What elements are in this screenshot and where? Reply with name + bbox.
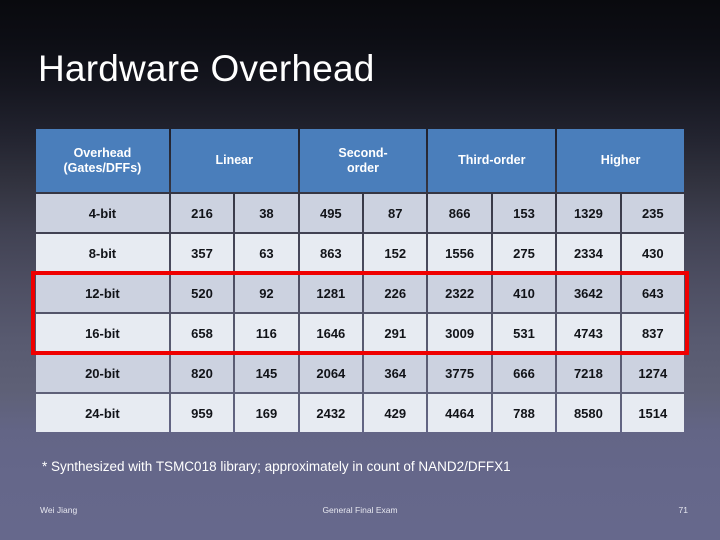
table-cell: 863	[299, 234, 363, 272]
column-header-linear: Linear	[170, 129, 298, 192]
table-header-row: Overhead (Gates/DFFs) Linear Second- ord…	[36, 129, 684, 192]
row-label: 8-bit	[36, 234, 169, 272]
column-header-third-order: Third-order	[428, 129, 556, 192]
table-cell: 4743	[557, 314, 620, 352]
table-cell: 3642	[557, 274, 620, 312]
table-cell: 959	[170, 394, 234, 432]
table-row: 24-bit 959 169 2432 429 4464 788 8580 1514	[36, 394, 684, 432]
table-row: 4-bit 216 38 495 87 866 153 1329 235	[36, 194, 684, 232]
table-cell: 291	[364, 314, 427, 352]
table-cell: 788	[492, 394, 556, 432]
table-row: 16-bit 658 116 1646 291 3009 531 4743 837	[36, 314, 684, 352]
column-header-overhead-line1: Overhead	[73, 145, 132, 160]
row-label: 20-bit	[36, 354, 169, 392]
table-cell: 63	[235, 234, 298, 272]
table-cell: 3775	[428, 354, 491, 392]
table-cell: 169	[235, 394, 298, 432]
column-header-higher-line1: Higher	[600, 153, 641, 167]
table-cell: 1281	[299, 274, 363, 312]
table-cell: 3009	[428, 314, 491, 352]
table-cell: 1556	[428, 234, 491, 272]
table-cell: 235	[621, 194, 684, 232]
table-cell: 520	[170, 274, 234, 312]
row-label: 24-bit	[36, 394, 169, 432]
hardware-overhead-table: Overhead (Gates/DFFs) Linear Second- ord…	[34, 127, 686, 434]
table-cell: 820	[170, 354, 234, 392]
table-body: 4-bit 216 38 495 87 866 153 1329 235 8-bit 357 63 86…	[36, 194, 684, 432]
row-label: 4-bit	[36, 194, 169, 232]
table-cell: 495	[299, 194, 363, 232]
table-cell: 357	[170, 234, 234, 272]
table-cell: 837	[621, 314, 684, 352]
table-cell: 410	[492, 274, 556, 312]
column-header-overhead-line2: (Gates/DFFs)	[63, 160, 142, 175]
table-head: Overhead (Gates/DFFs) Linear Second- ord…	[36, 129, 684, 192]
table-cell: 1646	[299, 314, 363, 352]
table-cell: 92	[235, 274, 298, 312]
table-cell: 8580	[557, 394, 620, 432]
footer-page-number: 71	[678, 505, 688, 515]
column-header-second-order-line1: Second-	[338, 145, 388, 160]
table-cell: 2334	[557, 234, 620, 272]
footnote: * Synthesized with TSMC018 library; appr…	[42, 459, 511, 474]
table-cell: 429	[364, 394, 427, 432]
footer-center-text: General Final Exam	[322, 505, 398, 515]
table-cell: 2432	[299, 394, 363, 432]
table-cell: 364	[364, 354, 427, 392]
table-cell: 658	[170, 314, 234, 352]
page-title: Hardware Overhead	[38, 48, 375, 89]
table-cell: 145	[235, 354, 298, 392]
table-cell: 430	[621, 234, 684, 272]
column-header-third-order-line1: Third-order	[458, 153, 526, 167]
table-cell: 275	[492, 234, 556, 272]
row-label: 12-bit	[36, 274, 169, 312]
table-cell: 2322	[428, 274, 491, 312]
table-row: 20-bit 820 145 2064 364 3775 666 7218 1274	[36, 354, 684, 392]
table-cell: 116	[235, 314, 298, 352]
table-cell: 153	[492, 194, 556, 232]
slide-footer: Wei Jiang General Final Exam 71	[0, 505, 720, 527]
table-cell: 643	[621, 274, 684, 312]
column-header-overhead: Overhead (Gates/DFFs)	[36, 129, 169, 192]
row-label: 16-bit	[36, 314, 169, 352]
table-cell: 1329	[557, 194, 620, 232]
table-cell: 7218	[557, 354, 620, 392]
table-cell: 4464	[428, 394, 491, 432]
table-cell: 152	[364, 234, 427, 272]
table-row: 12-bit 520 92 1281 226 2322 410 3642 643	[36, 274, 684, 312]
table-cell: 1274	[621, 354, 684, 392]
table-cell: 87	[364, 194, 427, 232]
table-cell: 866	[428, 194, 491, 232]
table-cell: 2064	[299, 354, 363, 392]
table-cell: 1514	[621, 394, 684, 432]
table-row: 8-bit 357 63 863 152 1556 275 2334 430	[36, 234, 684, 272]
column-header-higher: Higher	[557, 129, 684, 192]
column-header-second-order-line2: order	[347, 160, 379, 175]
column-header-linear-line1: Linear	[215, 153, 253, 167]
table-cell: 226	[364, 274, 427, 312]
table-cell: 666	[492, 354, 556, 392]
column-header-second-order: Second- order	[299, 129, 427, 192]
table-cell: 216	[170, 194, 234, 232]
table-cell: 531	[492, 314, 556, 352]
table-cell: 38	[235, 194, 298, 232]
slide-canvas: Hardware Overhead Overhead (Gates/DFFs) …	[0, 0, 720, 540]
